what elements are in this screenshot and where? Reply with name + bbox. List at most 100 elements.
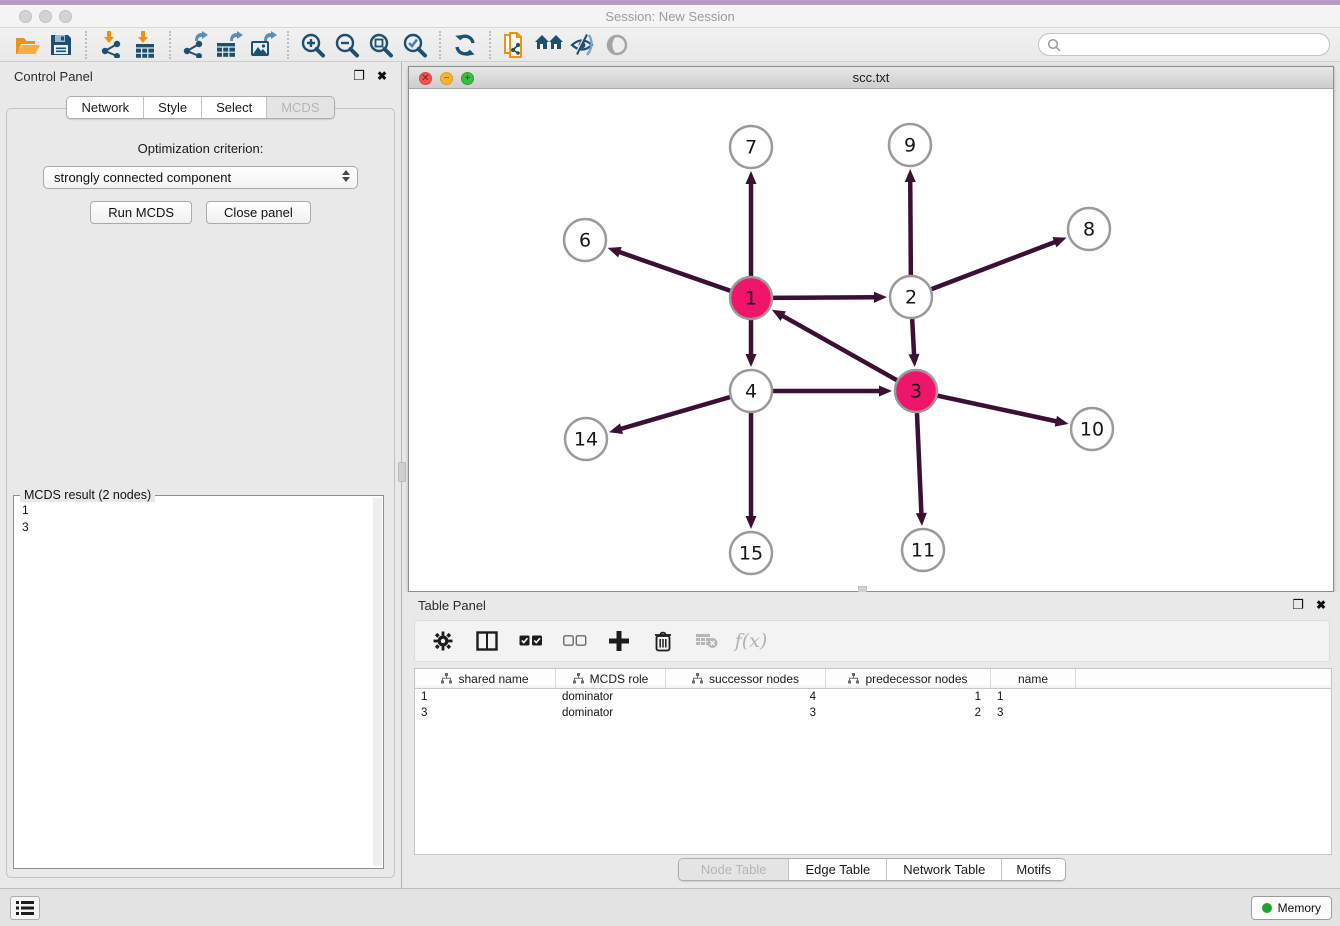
- import-table-icon[interactable]: [128, 30, 162, 60]
- graph-edge-3-11[interactable]: [917, 413, 921, 515]
- graph-node-label: 10: [1080, 419, 1104, 441]
- table-cell: 3: [666, 707, 826, 719]
- list-icon: [16, 901, 34, 915]
- memory-button[interactable]: Memory: [1251, 896, 1332, 920]
- table-float-icon[interactable]: ❐: [1292, 597, 1304, 613]
- zoom-in-icon[interactable]: [296, 30, 330, 60]
- table-body: 1dominator4113dominator323: [415, 689, 1331, 721]
- graph-edge-3-10[interactable]: [938, 396, 1058, 422]
- graph-node-label: 4: [745, 381, 757, 403]
- graph-edge-2-9[interactable]: [910, 180, 911, 275]
- tab-style[interactable]: Style: [143, 97, 201, 118]
- graph-node-label: 14: [574, 429, 598, 451]
- show-hidden-eye-icon[interactable]: [600, 30, 634, 60]
- table-header-row: shared nameMCDS rolesuccessor nodesprede…: [415, 669, 1331, 689]
- node-table: shared nameMCDS rolesuccessor nodesprede…: [414, 668, 1332, 855]
- dropdown-stepper-icon: [342, 170, 350, 182]
- select-all-rows-icon[interactable]: [519, 629, 543, 653]
- column-visibility-icon[interactable]: [475, 629, 499, 653]
- hide-selected-eye-slash-icon[interactable]: [566, 30, 600, 60]
- tab-motifs[interactable]: Motifs: [1001, 859, 1065, 880]
- refresh-icon[interactable]: [448, 30, 482, 60]
- status-bar: Memory: [0, 888, 1340, 926]
- zoom-out-icon[interactable]: [330, 30, 364, 60]
- task-history-button[interactable]: [10, 896, 40, 920]
- criterion-dropdown[interactable]: strongly connected component: [43, 166, 358, 189]
- network-graph[interactable]: 7968124314101511: [409, 89, 1333, 591]
- table-cell: 3: [991, 707, 1076, 719]
- export-table-icon[interactable]: [212, 30, 246, 60]
- graph-edge-1-2[interactable]: [773, 297, 876, 298]
- zoom-selected-icon[interactable]: [398, 30, 432, 60]
- graph-edge-2-3[interactable]: [912, 319, 914, 356]
- graph-node-label: 7: [745, 137, 757, 159]
- search-field[interactable]: [1038, 33, 1330, 56]
- graph-edge-1-6[interactable]: [618, 252, 730, 291]
- graph-edge-arrowhead: [1052, 237, 1066, 247]
- column-header-MCDS-role[interactable]: MCDS role: [556, 669, 666, 688]
- mcds-result-text[interactable]: 1 3: [14, 498, 373, 868]
- add-column-plus-icon[interactable]: [607, 629, 631, 653]
- control-panel-tab-bar: Network Style Select MCDS: [66, 96, 334, 119]
- network-canvas[interactable]: 7968124314101511: [409, 89, 1333, 591]
- table-toolbar: f(x): [414, 620, 1330, 662]
- close-panel-button[interactable]: Close panel: [206, 201, 311, 224]
- tab-mcds[interactable]: MCDS: [266, 97, 333, 118]
- network-window-titlebar[interactable]: ✕ − + scc.txt: [409, 67, 1333, 89]
- table-cell: dominator: [556, 707, 666, 719]
- result-scrollbar[interactable]: [373, 498, 382, 866]
- table-cell: 1: [415, 691, 556, 703]
- delete-table-icon: [695, 629, 719, 653]
- control-panel-title: Control Panel: [14, 69, 341, 84]
- column-header-successor-nodes[interactable]: successor nodes: [666, 669, 826, 688]
- tab-network[interactable]: Network: [67, 97, 143, 118]
- home-view-icon[interactable]: [532, 30, 566, 60]
- table-settings-gear-icon[interactable]: [431, 629, 455, 653]
- clone-network-icon[interactable]: [498, 30, 532, 60]
- search-icon: [1047, 38, 1061, 52]
- network-window-title: scc.txt: [409, 70, 1333, 85]
- graph-edge-4-14[interactable]: [620, 397, 730, 429]
- graph-edge-2-8[interactable]: [932, 241, 1057, 289]
- table-cell: 3: [415, 707, 556, 719]
- import-network-icon[interactable]: [94, 30, 128, 60]
- table-panel-title: Table Panel: [418, 598, 1280, 613]
- zoom-fit-icon[interactable]: [364, 30, 398, 60]
- tab-select[interactable]: Select: [201, 97, 266, 118]
- table-row[interactable]: 3dominator323: [415, 705, 1331, 721]
- export-image-icon[interactable]: [246, 30, 280, 60]
- table-cell: 1: [826, 691, 991, 703]
- column-header-name[interactable]: name: [991, 669, 1076, 688]
- column-header-shared-name[interactable]: shared name: [415, 669, 556, 688]
- table-tab-bar: Node Table Edge Table Network Table Moti…: [678, 858, 1066, 881]
- toolbar-separator: [439, 31, 441, 59]
- deselect-all-rows-icon[interactable]: [563, 629, 587, 653]
- tab-network-table[interactable]: Network Table: [886, 859, 1001, 880]
- graph-edge-3-1[interactable]: [781, 315, 896, 380]
- float-panel-icon[interactable]: ❐: [353, 68, 365, 84]
- table-close-icon[interactable]: ✖: [1316, 598, 1326, 612]
- memory-status-dot: [1262, 903, 1272, 913]
- save-session-icon[interactable]: [44, 30, 78, 60]
- graph-edge-arrowhead: [746, 354, 757, 367]
- column-header-predecessor-nodes[interactable]: predecessor nodes: [826, 669, 991, 688]
- delete-column-trash-icon[interactable]: [651, 629, 675, 653]
- run-mcds-button[interactable]: Run MCDS: [90, 201, 192, 224]
- graph-edge-arrowhead: [879, 386, 892, 397]
- graph-node-label: 15: [739, 543, 763, 565]
- window-title: Session: New Session: [0, 9, 1340, 24]
- toolbar-separator: [489, 31, 491, 59]
- export-network-icon[interactable]: [178, 30, 212, 60]
- mcds-panel: Optimization criterion: strongly connect…: [6, 108, 395, 878]
- open-session-icon[interactable]: [10, 30, 44, 60]
- table-row[interactable]: 1dominator411: [415, 689, 1331, 705]
- vertical-splitter-handle[interactable]: [398, 462, 406, 482]
- tab-edge-table[interactable]: Edge Table: [788, 859, 886, 880]
- search-input[interactable]: [1061, 36, 1329, 54]
- tab-node-table[interactable]: Node Table: [679, 859, 789, 880]
- toolbar-separator: [287, 31, 289, 59]
- memory-label: Memory: [1278, 901, 1321, 915]
- control-panel: Control Panel ❐ ✖ Network Style Select M…: [0, 62, 402, 888]
- close-panel-icon[interactable]: ✖: [377, 69, 387, 83]
- graph-node-label: 11: [911, 540, 935, 562]
